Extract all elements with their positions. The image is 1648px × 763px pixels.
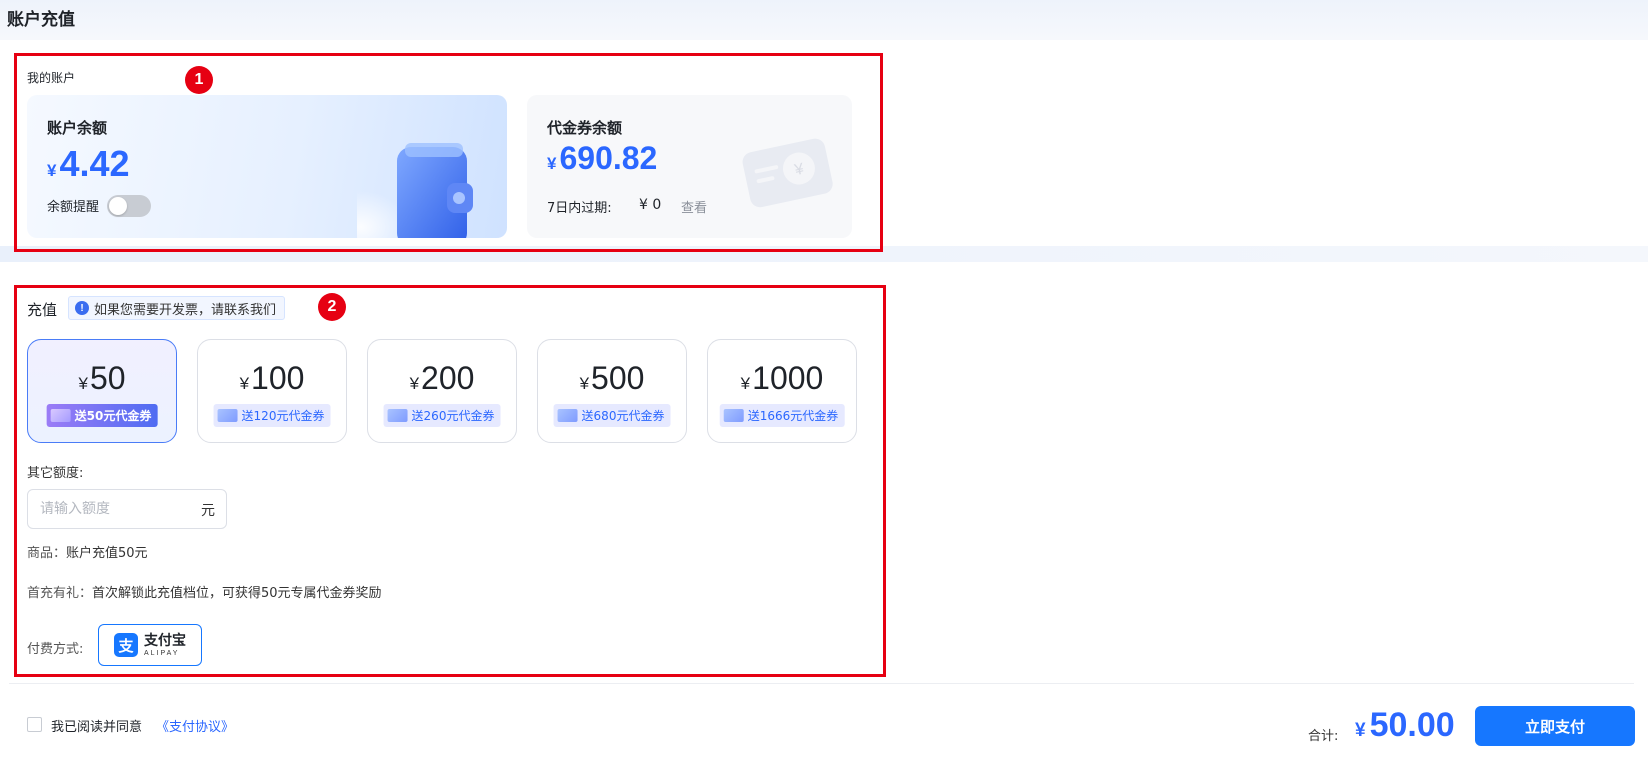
currency-symbol: ¥ [1355, 720, 1366, 741]
annotation-box-2 [14, 285, 886, 677]
footer-divider [9, 683, 1634, 684]
annotation-badge-2: 2 [318, 293, 346, 321]
total-label: 合计: [1308, 729, 1339, 744]
total-amount: ¥50.00 [1355, 706, 1455, 745]
page-title: 账户充值 [7, 10, 75, 30]
total-value: 50.00 [1369, 706, 1455, 744]
agree-text: 我已阅读并同意 [51, 720, 143, 735]
payment-agreement-link[interactable]: 《支付协议》 [156, 716, 234, 735]
annotation-badge-1: 1 [185, 66, 213, 94]
pay-now-button[interactable]: 立即支付 [1475, 706, 1635, 746]
agree-checkbox[interactable] [27, 717, 42, 732]
annotation-box-1 [14, 53, 883, 252]
